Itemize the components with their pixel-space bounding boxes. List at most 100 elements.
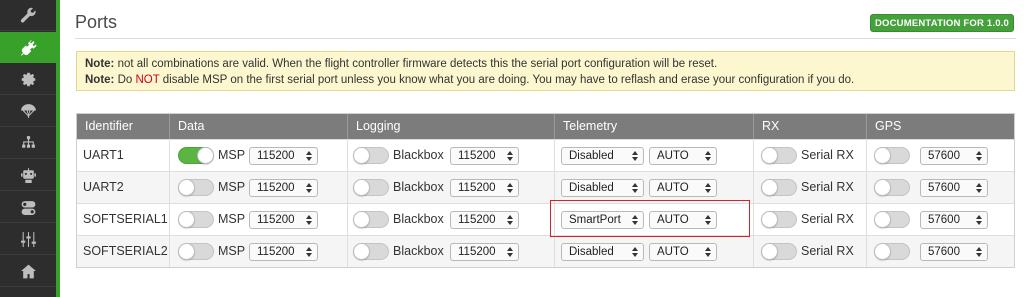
- toggle-knob: [761, 179, 778, 196]
- blackbox-baud-select[interactable]: 115200: [450, 243, 519, 261]
- toggle-knob: [178, 243, 195, 260]
- table-row: SOFTSERIAL1 MSP 115200 Blackbox 115200 S…: [77, 203, 1014, 235]
- select-value: 115200: [257, 150, 295, 162]
- msp-label: MSP: [218, 180, 246, 194]
- blackbox-toggle[interactable]: [353, 211, 389, 228]
- warning-note: Note: not all combinations are valid. Wh…: [76, 51, 1015, 91]
- msp-baud-select[interactable]: 115200: [249, 243, 318, 261]
- gps-cell: 57600: [867, 172, 1014, 203]
- note-line-1: Note: not all combinations are valid. Wh…: [85, 56, 1006, 72]
- rx-cell: Serial RX: [754, 140, 867, 171]
- port-identifier: SOFTSERIAL1: [77, 204, 170, 235]
- select-value: 115200: [458, 246, 496, 258]
- sidebar-item-modes[interactable]: [0, 192, 56, 223]
- gps-baud-select[interactable]: 57600: [920, 211, 988, 229]
- gps-baud-select[interactable]: 57600: [920, 147, 988, 165]
- msp-baud-select[interactable]: 115200: [249, 179, 318, 197]
- msp-toggle[interactable]: [178, 179, 214, 196]
- gps-toggle[interactable]: [874, 147, 910, 164]
- serial-rx-toggle[interactable]: [761, 243, 797, 260]
- sliders-icon: [20, 231, 36, 247]
- msp-toggle[interactable]: [178, 243, 214, 260]
- gps-toggle[interactable]: [874, 179, 910, 196]
- sidebar-item-setup[interactable]: [0, 0, 56, 31]
- home-icon: [20, 264, 36, 278]
- msp-toggle[interactable]: [178, 147, 214, 164]
- select-value: 57600: [928, 214, 960, 226]
- gps-toggle[interactable]: [874, 243, 910, 260]
- port-identifier: SOFTSERIAL2: [77, 236, 170, 267]
- select-value: AUTO: [657, 150, 689, 162]
- toggle-knob: [178, 179, 195, 196]
- select-arrows-icon: [632, 182, 638, 194]
- select-value: 115200: [257, 182, 295, 194]
- telemetry-protocol-select[interactable]: Disabled: [561, 243, 644, 261]
- sidebar-item-power[interactable]: [0, 128, 56, 159]
- gps-baud-select[interactable]: 57600: [920, 179, 988, 197]
- blackbox-baud-select[interactable]: 115200: [450, 211, 519, 229]
- gps-toggle[interactable]: [874, 211, 910, 228]
- serial-rx-label: Serial RX: [801, 244, 854, 258]
- serial-rx-toggle[interactable]: [761, 147, 797, 164]
- sidebar-item-adjustments[interactable]: [0, 224, 56, 255]
- select-arrows-icon: [632, 246, 638, 258]
- blackbox-toggle[interactable]: [353, 179, 389, 196]
- toggle-knob: [353, 243, 370, 260]
- telemetry-protocol-select[interactable]: Disabled: [561, 147, 644, 165]
- serial-rx-toggle[interactable]: [761, 179, 797, 196]
- select-value: 57600: [928, 246, 960, 258]
- note-label: Note:: [85, 58, 115, 70]
- msp-label: MSP: [218, 244, 246, 258]
- logging-cell: Blackbox 115200: [348, 204, 555, 235]
- sidebar-item-failsafe[interactable]: [0, 96, 56, 127]
- msp-baud-select[interactable]: 115200: [249, 147, 318, 165]
- table-header: Identifier Data Logging Telemetry RX GPS: [77, 114, 1014, 139]
- sidebar-item-ports[interactable]: [0, 32, 56, 63]
- robot-icon: [20, 167, 36, 183]
- blackbox-baud-select[interactable]: 115200: [450, 147, 519, 165]
- telemetry-protocol-select[interactable]: Disabled: [561, 179, 644, 197]
- documentation-button[interactable]: DOCUMENTATION FOR 1.0.0: [870, 14, 1014, 32]
- rx-cell: Serial RX: [754, 204, 867, 235]
- table-row: UART1 MSP 115200 Blackbox 115200 Disable…: [77, 139, 1014, 171]
- logging-cell: Blackbox 115200: [348, 236, 555, 267]
- wrench-icon: [20, 7, 36, 22]
- rx-cell: Serial RX: [754, 236, 867, 267]
- page-title: Ports: [75, 12, 118, 32]
- port-identifier: UART2: [77, 172, 170, 203]
- plug-icon: [20, 39, 37, 56]
- note-line-2: Note: Do NOT disable MSP on the first se…: [85, 72, 1006, 88]
- note-text: disable MSP on the first serial port unl…: [162, 74, 855, 86]
- table-row: UART2 MSP 115200 Blackbox 115200 Disable…: [77, 171, 1014, 203]
- note-text: Do: [117, 74, 133, 86]
- telemetry-baud-select[interactable]: AUTO: [649, 243, 717, 261]
- msp-toggle[interactable]: [178, 211, 214, 228]
- data-cell: MSP 115200: [170, 236, 348, 267]
- blackbox-label: Blackbox: [393, 180, 444, 194]
- select-arrows-icon: [976, 246, 982, 258]
- msp-baud-select[interactable]: 115200: [249, 211, 318, 229]
- blackbox-toggle[interactable]: [353, 147, 389, 164]
- serial-rx-toggle[interactable]: [761, 211, 797, 228]
- sidebar-item-receiver[interactable]: [0, 160, 56, 191]
- note-text: not all combinations are valid. When the…: [117, 58, 718, 70]
- sidebar-item-configuration[interactable]: [0, 64, 56, 95]
- logging-cell: Blackbox 115200: [348, 140, 555, 171]
- telemetry-baud-select[interactable]: AUTO: [649, 147, 717, 165]
- select-value: Disabled: [569, 182, 614, 194]
- select-arrows-icon: [976, 150, 982, 162]
- gps-baud-select[interactable]: 57600: [920, 243, 988, 261]
- blackbox-baud-select[interactable]: 115200: [450, 179, 519, 197]
- select-value: 115200: [257, 214, 295, 226]
- msp-label: MSP: [218, 212, 246, 226]
- select-value: AUTO: [657, 182, 689, 194]
- column-header-logging: Logging: [348, 114, 555, 139]
- column-header-data: Data: [170, 114, 348, 139]
- sidebar-item-servos[interactable]: [0, 256, 56, 287]
- select-value: Disabled: [569, 246, 614, 258]
- toggle-knob: [874, 243, 891, 260]
- sidebar: [0, 0, 60, 297]
- toggle-knob: [353, 147, 370, 164]
- telemetry-baud-select[interactable]: AUTO: [649, 179, 717, 197]
- blackbox-toggle[interactable]: [353, 243, 389, 260]
